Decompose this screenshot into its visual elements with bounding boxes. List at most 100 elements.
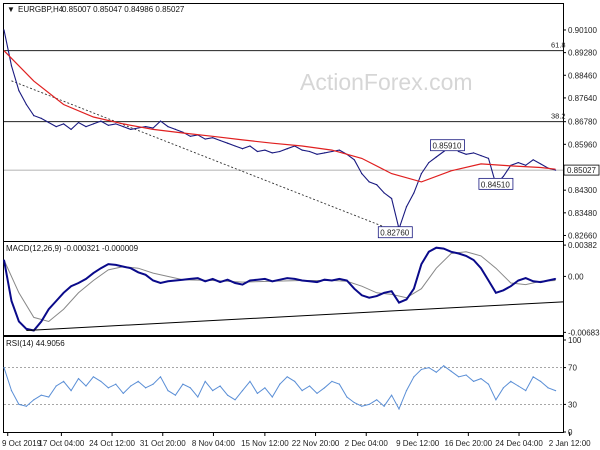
- macd-point: [130, 267, 132, 269]
- price-point: [286, 148, 288, 150]
- price-header-marker[interactable]: ▼: [7, 5, 15, 14]
- price-trendline: [11, 80, 400, 234]
- price-point: [331, 150, 333, 153]
- price-point: [159, 120, 162, 122]
- price-point: [525, 164, 527, 166]
- macd-point: [264, 278, 266, 280]
- price-point: [256, 150, 259, 153]
- rsi-point: [465, 374, 467, 376]
- price-axis-tick-label: 0.88460: [568, 71, 597, 80]
- rsi-point: [241, 390, 244, 392]
- price-axis-tick-label: 0.90100: [568, 26, 597, 35]
- rsi-point: [450, 370, 452, 372]
- rsi-axis-tick-label: 30: [568, 400, 577, 409]
- macd-point: [25, 328, 27, 330]
- chart-canvas: ActionForex.com 61.838.2 0.859100.845100…: [2, 3, 600, 448]
- macd-point: [458, 252, 460, 255]
- macd-point: [420, 263, 422, 265]
- price-point: [137, 127, 139, 129]
- macd-point: [502, 289, 504, 291]
- price-point: [189, 135, 191, 137]
- price-point: [249, 145, 251, 147]
- x-axis-tick-label: 24 Dec 04:00: [495, 439, 543, 448]
- price-axis-tick-label: 0.85960: [568, 140, 597, 149]
- rsi-point: [33, 399, 35, 401]
- rsi-point: [525, 390, 527, 392]
- price-point: [100, 120, 102, 122]
- macd-point: [316, 281, 318, 283]
- price-point: [219, 139, 221, 142]
- rsi-point: [554, 390, 557, 392]
- macd-point: [18, 320, 20, 323]
- rsi-header: RSI(14) 44.9056: [6, 339, 65, 348]
- rsi-point: [204, 380, 206, 382]
- x-axis-tick-label: 22 Nov 20:00: [292, 439, 340, 448]
- price-point: [33, 114, 35, 117]
- macd-point: [517, 279, 519, 282]
- rsi-line: [3, 365, 556, 411]
- price-point: [130, 128, 132, 131]
- price-point: [472, 152, 475, 154]
- rsi-point: [212, 390, 214, 392]
- macd-point: [338, 278, 340, 280]
- price-point: [271, 152, 273, 154]
- price-point: [323, 152, 326, 154]
- macd-point: [346, 279, 348, 282]
- price-label-text: 0.85910: [432, 142, 461, 151]
- price-point: [353, 159, 355, 161]
- macd-point: [413, 288, 415, 290]
- price-point: [465, 153, 467, 155]
- macd-point: [323, 279, 326, 281]
- price-axis-tick-label: 0.87640: [568, 94, 597, 103]
- price-label-text: 0.82760: [380, 229, 409, 238]
- macd-point: [182, 279, 184, 281]
- price-label-text: 0.84510: [481, 180, 510, 189]
- price-point: [241, 148, 244, 150]
- rsi-point: [115, 383, 117, 385]
- price-point: [338, 149, 340, 151]
- macd-point: [286, 277, 288, 279]
- rsi-point: [227, 394, 229, 396]
- rsi-point: [70, 390, 72, 392]
- price-point: [70, 128, 72, 131]
- price-layer: 0.85910 0.84510 0.82760: [3, 29, 557, 239]
- price-point: [420, 173, 422, 175]
- macd-point: [554, 278, 557, 280]
- price-point: [376, 184, 378, 186]
- macd-axis-tick-label: 0.00: [568, 272, 584, 281]
- macd-point: [77, 282, 80, 284]
- macd-point: [368, 297, 370, 299]
- price-point: [227, 142, 229, 144]
- price-point: [77, 121, 80, 124]
- price-point: [204, 138, 206, 140]
- rsi-point: [420, 368, 422, 371]
- rsi-axis-tick-label: 100: [568, 336, 582, 345]
- macd-point: [540, 281, 542, 283]
- x-axis-tick-label: 8 Nov 04:00: [192, 439, 236, 448]
- rsi-point: [107, 387, 109, 389]
- price-point: [502, 175, 504, 177]
- rsi-point: [383, 405, 385, 407]
- price-point: [487, 157, 490, 160]
- macd-point: [159, 282, 162, 284]
- price-point: [212, 137, 214, 139]
- rsi-point: [323, 387, 326, 389]
- price-point: [279, 150, 281, 153]
- rsi-point: [458, 376, 460, 378]
- rsi-point: [182, 383, 184, 385]
- rsi-point: [197, 396, 199, 398]
- macd-point: [219, 281, 221, 283]
- macd-point: [256, 279, 259, 281]
- x-axis-tick-label: 9 Dec 12:00: [396, 439, 440, 448]
- macd-point: [10, 300, 13, 302]
- price-point: [122, 126, 124, 128]
- macd-point: [465, 255, 467, 257]
- macd-point: [167, 280, 169, 282]
- macd-point: [532, 280, 534, 282]
- rsi-point: [286, 376, 288, 378]
- macd-point: [241, 284, 244, 286]
- fib-level-label: 38.2: [551, 112, 566, 121]
- rsi-point: [376, 399, 378, 401]
- price-point: [383, 192, 385, 194]
- macd-point: [405, 298, 408, 300]
